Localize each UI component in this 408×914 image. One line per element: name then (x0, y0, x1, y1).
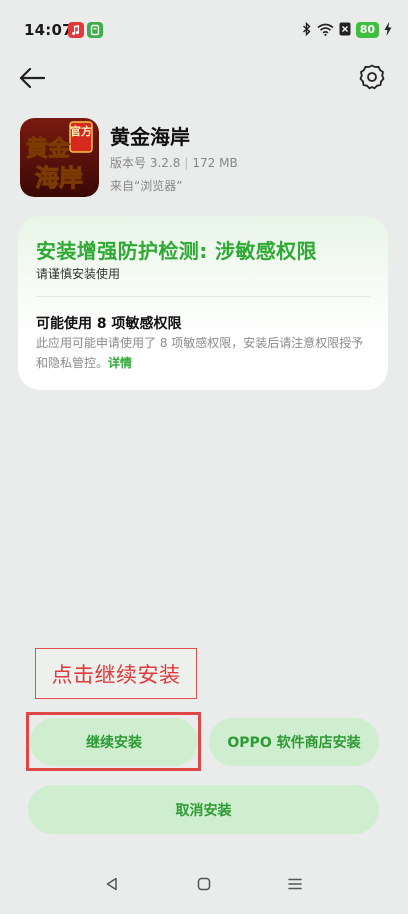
status-bar: 14:07 80 (0, 0, 408, 60)
warning-title: 安装增强防护检测: 涉敏感权限 (36, 239, 317, 263)
status-icons: 80 (302, 19, 392, 41)
triangle-back-icon (104, 876, 120, 896)
app-name: 黄金海岸 (110, 125, 190, 149)
wifi-icon (317, 21, 334, 40)
hint-text: 点击继续安装 (51, 662, 181, 687)
arrow-left-icon (19, 67, 46, 93)
app-notification-icon (87, 22, 103, 38)
details-link[interactable]: 详情 (108, 356, 132, 370)
meta-separator: | (184, 156, 189, 170)
nav-home-button[interactable] (192, 874, 216, 898)
card-divider (36, 296, 370, 297)
permission-description: 此应用可能申请使用了 8 项敏感权限，安装后请注意权限授予和隐私管控。详情 (36, 333, 372, 373)
menu-lines-icon (287, 876, 303, 896)
music-notification-icon (68, 22, 84, 38)
status-time: 14:07 (24, 21, 73, 39)
permission-desc-text: 此应用可能申请使用了 8 项敏感权限，安装后请注意权限授予和隐私管控。 (36, 336, 364, 370)
continue-highlight-box (26, 712, 201, 771)
charging-icon (384, 21, 392, 40)
gear-icon (359, 64, 385, 94)
settings-button[interactable] (356, 62, 388, 96)
app-icon-label-top: 黄金 (26, 136, 71, 162)
battery-icon: 80 (355, 22, 379, 38)
app-version: 版本号 3.2.8 (110, 156, 181, 170)
app-icon-label-bottom: 海岸 (35, 164, 83, 192)
nav-recents-button[interactable] (283, 874, 307, 898)
app-size: 172 MB (192, 156, 238, 170)
app-icon: 官方 黄金 海岸 (20, 118, 99, 197)
app-icon-label-official: 官方 (70, 124, 92, 138)
hint-annotation: 点击继续安装 (35, 648, 197, 699)
bluetooth-icon (302, 21, 312, 40)
warning-subtitle: 请谨慎安装使用 (36, 267, 121, 281)
square-home-icon (196, 876, 212, 896)
nav-back-button[interactable] (100, 874, 124, 898)
security-warning-card: 安装增强防护检测: 涉敏感权限 请谨慎安装使用 可能使用 8 项敏感权限 此应用… (18, 216, 388, 390)
permission-title: 可能使用 8 项敏感权限 (36, 316, 182, 332)
navigation-bar (0, 864, 408, 908)
sim-icon (339, 21, 351, 40)
cancel-install-button[interactable]: 取消安装 (28, 785, 379, 834)
back-button[interactable] (14, 62, 50, 98)
oppo-store-install-button[interactable]: OPPO 软件商店安装 (209, 718, 379, 766)
app-source: 来自“浏览器” (110, 179, 183, 193)
app-meta: 版本号 3.2.8 | 172 MB (110, 154, 238, 171)
